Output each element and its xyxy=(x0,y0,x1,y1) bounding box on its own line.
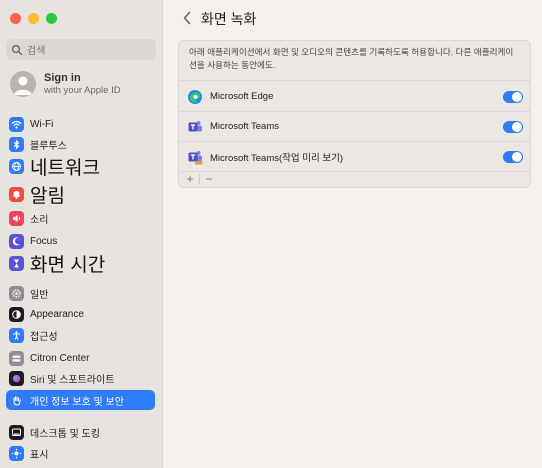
remove-app-button[interactable]: − xyxy=(202,172,216,186)
sidebar-item-notifications[interactable]: 알림 xyxy=(6,182,155,207)
avatar xyxy=(10,71,36,97)
search-input[interactable]: 검색 xyxy=(6,39,156,60)
back-button[interactable] xyxy=(180,10,194,26)
list-footer: + − xyxy=(179,171,530,187)
bluetooth-icon xyxy=(9,136,24,152)
teams-preview-icon xyxy=(187,149,203,165)
sidebar-item-privacy-security[interactable]: 개인 정보 보호 및 보안 xyxy=(6,390,155,410)
toggle-knob xyxy=(512,91,522,102)
sidebar-item-wifi[interactable]: Wi-Fi xyxy=(6,114,155,134)
speaker-icon xyxy=(9,210,24,226)
search-placeholder: 검색 xyxy=(27,46,46,57)
apple-id-signin[interactable]: Sign in with your Apple ID xyxy=(10,71,121,97)
sidebar-item-label: 일반 xyxy=(30,289,49,301)
appearance-icon xyxy=(9,306,24,322)
sidebar-item-label: Focus xyxy=(30,235,58,247)
app-name: Microsoft Teams xyxy=(210,121,279,132)
chevron-left-icon xyxy=(183,11,191,25)
person-icon xyxy=(14,76,32,95)
sidebar-item-sound[interactable]: 소리 xyxy=(6,208,155,228)
sidebar-item-label: 화면 시간 xyxy=(30,254,106,276)
app-name: Microsoft Teams(작업 미리 보기) xyxy=(210,152,344,164)
sidebar-item-displays[interactable]: 표시 xyxy=(6,443,155,463)
sidebar-item-screen-time[interactable]: 화면 시간 xyxy=(6,251,155,276)
divider xyxy=(199,174,200,184)
teams-permission-toggle[interactable] xyxy=(503,120,523,133)
globe-icon xyxy=(9,158,24,174)
sidebar-item-label: 표시 xyxy=(30,449,49,461)
sidebar-item-network[interactable]: 네트워크 xyxy=(6,154,155,179)
control-center-icon xyxy=(9,350,24,366)
sidebar-item-label: 네트워크 xyxy=(30,157,100,179)
sidebar-item-general[interactable]: 일반 xyxy=(6,283,155,303)
sidebar-item-label: 개인 정보 보호 및 보안 xyxy=(30,396,124,408)
sidebar-item-label: 소리 xyxy=(30,214,49,226)
sidebar-item-siri-spotlight[interactable]: Siri 및 스포트라이트 xyxy=(6,368,155,388)
sidebar-item-label: 블루투스 xyxy=(30,140,67,152)
sidebar-item-desktop-dock[interactable]: 데스크톱 및 도킹 xyxy=(6,422,155,442)
toggle-knob xyxy=(512,121,522,132)
page-title: 화면 녹화 xyxy=(201,11,257,27)
settings-window: 검색 Sign in with your Apple ID Wi-Fi 블루투스… xyxy=(0,0,542,468)
main-content: 화면 녹화 아래 애플리케이션에서 화면 및 오디오의 콘텐츠를 기록하도록 허… xyxy=(164,0,542,468)
toggle-knob xyxy=(512,151,522,162)
permission-description: 아래 애플리케이션에서 화면 및 오디오의 콘텐츠를 기록하도록 허용합니다. … xyxy=(179,41,530,81)
edge-permission-toggle[interactable] xyxy=(503,90,523,103)
sidebar-item-label: Appearance xyxy=(30,308,84,320)
sidebar-item-bluetooth[interactable]: 블루투스 xyxy=(6,134,155,154)
sidebar-item-label: 데스크톱 및 도킹 xyxy=(30,428,100,440)
accessibility-icon xyxy=(9,327,24,343)
signin-title: Sign in xyxy=(44,72,81,84)
sun-icon xyxy=(9,445,24,461)
sidebar-item-accessibility[interactable]: 접근성 xyxy=(6,325,155,345)
sidebar-item-label: 접근성 xyxy=(30,331,58,343)
teams-icon xyxy=(187,119,203,135)
wifi-icon xyxy=(9,116,24,132)
zoom-button[interactable] xyxy=(46,13,57,24)
app-row: Microsoft Edge xyxy=(179,82,530,112)
minimize-button[interactable] xyxy=(28,13,39,24)
sidebar-item-label: Wi-Fi xyxy=(30,118,54,130)
dock-icon xyxy=(9,424,24,440)
sidebar: 검색 Sign in with your Apple ID Wi-Fi 블루투스… xyxy=(0,0,163,468)
screen-recording-panel: 아래 애플리케이션에서 화면 및 오디오의 콘텐츠를 기록하도록 허용합니다. … xyxy=(178,40,531,188)
app-row: Microsoft Teams(작업 미리 보기) xyxy=(179,142,530,172)
sidebar-item-focus[interactable]: Focus xyxy=(6,231,155,251)
app-row: Microsoft Teams xyxy=(179,112,530,142)
window-controls xyxy=(10,13,57,24)
search-icon xyxy=(11,44,23,55)
sidebar-item-label: Citron Center xyxy=(30,352,90,364)
siri-icon xyxy=(9,370,24,386)
sidebar-item-label: Siri 및 스포트라이트 xyxy=(30,374,115,386)
sidebar-item-label: 알림 xyxy=(30,185,65,207)
hand-icon xyxy=(9,392,24,408)
close-button[interactable] xyxy=(10,13,21,24)
bell-icon xyxy=(9,186,24,202)
add-app-button[interactable]: + xyxy=(183,172,197,186)
edge-icon xyxy=(187,89,203,105)
hourglass-icon xyxy=(9,255,24,271)
signin-subtitle: with your Apple ID xyxy=(44,85,121,96)
app-name: Microsoft Edge xyxy=(210,91,274,102)
moon-icon xyxy=(9,233,24,249)
sidebar-item-appearance[interactable]: Appearance xyxy=(6,304,155,324)
teams-preview-permission-toggle[interactable] xyxy=(503,150,523,163)
gear-icon xyxy=(9,285,24,301)
sidebar-item-control-center[interactable]: Citron Center xyxy=(6,348,155,368)
